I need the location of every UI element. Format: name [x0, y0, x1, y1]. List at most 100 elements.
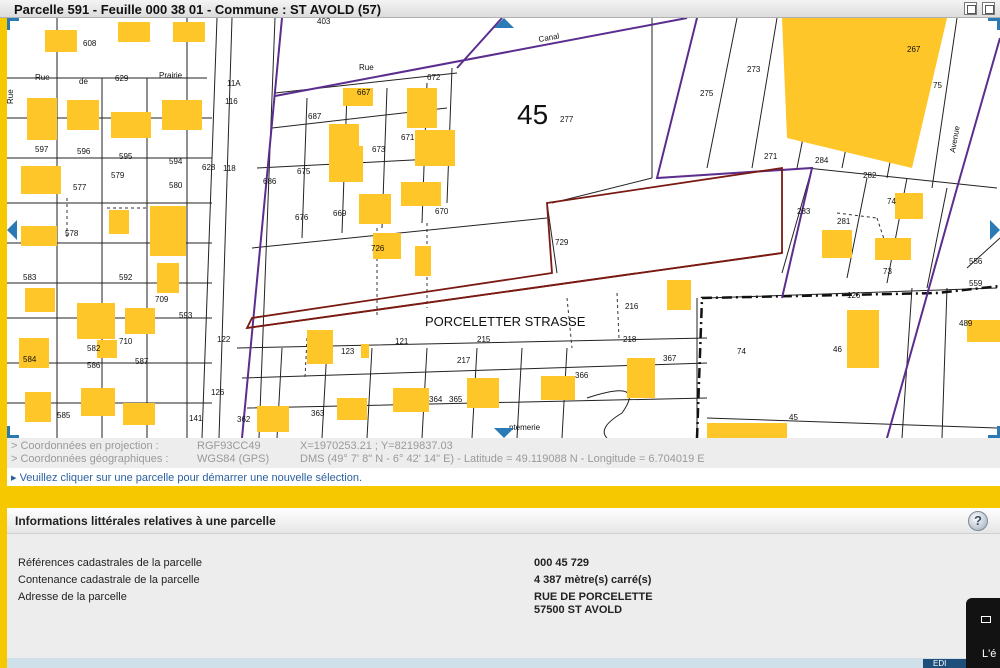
svg-text:277: 277: [560, 115, 574, 124]
svg-text:218: 218: [623, 335, 637, 344]
svg-text:676: 676: [295, 213, 309, 222]
projection-row: > Coordonnées en projection : RGF93CC49 …: [7, 440, 1000, 453]
svg-text:282: 282: [863, 171, 877, 180]
svg-text:74: 74: [887, 197, 896, 206]
svg-text:687: 687: [308, 112, 322, 121]
svg-text:Prairie: Prairie: [159, 71, 183, 80]
svg-text:11A: 11A: [227, 79, 241, 88]
svg-text:Avenue: Avenue: [948, 125, 962, 154]
map-canvas[interactable]: 608629597 596595594 628577579 580578583 …: [7, 18, 1000, 438]
maximize-icon[interactable]: [982, 2, 995, 15]
corner-top-left: [7, 18, 19, 30]
row-value-area: 4 387 mètre(s) carré(s): [534, 574, 652, 586]
svg-text:556: 556: [969, 257, 983, 266]
pan-left-icon[interactable]: [7, 220, 17, 240]
svg-text:45: 45: [789, 413, 798, 422]
corner-bottom-right: [988, 426, 1000, 438]
svg-text:579: 579: [111, 171, 125, 180]
svg-text:73: 73: [883, 267, 892, 276]
svg-text:75: 75: [933, 81, 942, 90]
section-label: 45: [517, 99, 548, 130]
row-label-reference: Références cadastrales de la parcelle: [18, 557, 203, 569]
svg-text:74: 74: [737, 347, 746, 356]
selection-hint-text[interactable]: ▸ Veuillez cliquer sur une parcelle pour…: [11, 471, 362, 484]
svg-text:215: 215: [477, 335, 491, 344]
pan-right-icon[interactable]: [990, 220, 1000, 240]
svg-text:710: 710: [119, 337, 133, 346]
cadastral-map[interactable]: 608 629 597 596 595 594 628 577 579 580 578 583 …: [7, 18, 1000, 438]
svg-text:586: 586: [87, 361, 101, 370]
svg-text:628: 628: [202, 163, 216, 172]
row-label-area: Contenance cadastrale de la parcelle: [18, 574, 200, 586]
svg-text:673: 673: [372, 145, 386, 154]
geographic-system: WGS84 (GPS): [197, 453, 270, 465]
corner-top-right: [988, 18, 1000, 30]
svg-text:587: 587: [135, 357, 149, 366]
svg-text:596: 596: [77, 147, 91, 156]
svg-text:594: 594: [169, 157, 183, 166]
svg-text:629: 629: [115, 74, 129, 83]
buildings: [19, 18, 1000, 438]
row-value-reference: 000 45 729: [534, 557, 590, 569]
svg-text:Rue: Rue: [359, 63, 374, 72]
side-widget[interactable]: L'é: [966, 598, 1000, 668]
projection-value: X=1970253.21 ; Y=8219837.03: [300, 440, 453, 452]
svg-text:217: 217: [457, 356, 471, 365]
row-label-address: Adresse de la parcelle: [18, 591, 127, 603]
svg-text:126: 126: [211, 388, 225, 397]
parcel-info-panel: Informations littérales relatives à une …: [7, 508, 1000, 668]
row-value-address-city: 57500 ST AVOLD: [534, 604, 623, 616]
svg-text:141: 141: [189, 414, 203, 423]
svg-text:362: 362: [237, 415, 251, 424]
svg-text:686: 686: [263, 177, 277, 186]
corner-bottom-left: [7, 426, 19, 438]
row-value-address-street: RUE DE PORCELETTE: [534, 591, 653, 603]
svg-text:Rue: Rue: [35, 73, 50, 82]
geographic-row: > Coordonnées géographiques : WGS84 (GPS…: [7, 453, 1000, 466]
street-name-label: PORCELETTER STRASSE: [425, 314, 586, 329]
svg-text:729: 729: [555, 238, 569, 247]
svg-text:122: 122: [217, 335, 231, 344]
svg-text:121: 121: [395, 337, 409, 346]
bottom-strip: [7, 658, 1000, 668]
svg-text:116: 116: [225, 97, 238, 106]
cadastre-page: Parcelle 591 - Feuille 000 38 01 - Commu…: [0, 0, 1000, 668]
title-bar: Parcelle 591 - Feuille 000 38 01 - Commu…: [0, 0, 1000, 18]
battery-icon: [981, 616, 991, 623]
svg-text:267: 267: [907, 45, 921, 54]
window-title: Parcelle 591 - Feuille 000 38 01 - Commu…: [14, 2, 382, 17]
projection-system: RGF93CC49: [197, 440, 261, 452]
geographic-value: DMS (49° 7' 8" N - 6° 42' 14" E) - Latit…: [300, 453, 705, 465]
svg-text:123: 123: [341, 347, 355, 356]
svg-text:367: 367: [663, 354, 677, 363]
svg-text:364: 364: [429, 395, 443, 404]
help-icon[interactable]: ?: [968, 511, 988, 531]
svg-text:583: 583: [23, 273, 37, 282]
svg-text:577: 577: [73, 183, 87, 192]
svg-text:275: 275: [700, 89, 714, 98]
svg-text:284: 284: [815, 156, 829, 165]
pan-up-icon[interactable]: [494, 18, 514, 28]
svg-text:709: 709: [155, 295, 169, 304]
selection-hint: ▸ Veuillez cliquer sur une parcelle pour…: [7, 468, 1000, 486]
geographic-label: > Coordonnées géographiques :: [11, 453, 169, 465]
svg-text:46: 46: [833, 345, 842, 354]
svg-text:675: 675: [297, 167, 311, 176]
pan-down-icon[interactable]: [494, 428, 514, 438]
svg-text:595: 595: [119, 152, 133, 161]
svg-text:363: 363: [311, 409, 325, 418]
info-header: Informations littérales relatives à une …: [7, 508, 1000, 534]
svg-text:216: 216: [625, 302, 639, 311]
svg-text:667: 667: [357, 88, 371, 97]
svg-text:403: 403: [317, 18, 331, 26]
svg-text:726: 726: [371, 244, 385, 253]
svg-text:de: de: [79, 77, 88, 86]
restore-icon[interactable]: [964, 2, 977, 15]
projection-label: > Coordonnées en projection :: [11, 440, 159, 452]
svg-text:671: 671: [401, 133, 415, 142]
svg-text:578: 578: [65, 229, 79, 238]
svg-text:580: 580: [169, 181, 183, 190]
svg-text:670: 670: [435, 207, 449, 216]
svg-text:608: 608: [83, 39, 97, 48]
info-title: Informations littérales relatives à une …: [15, 514, 276, 528]
